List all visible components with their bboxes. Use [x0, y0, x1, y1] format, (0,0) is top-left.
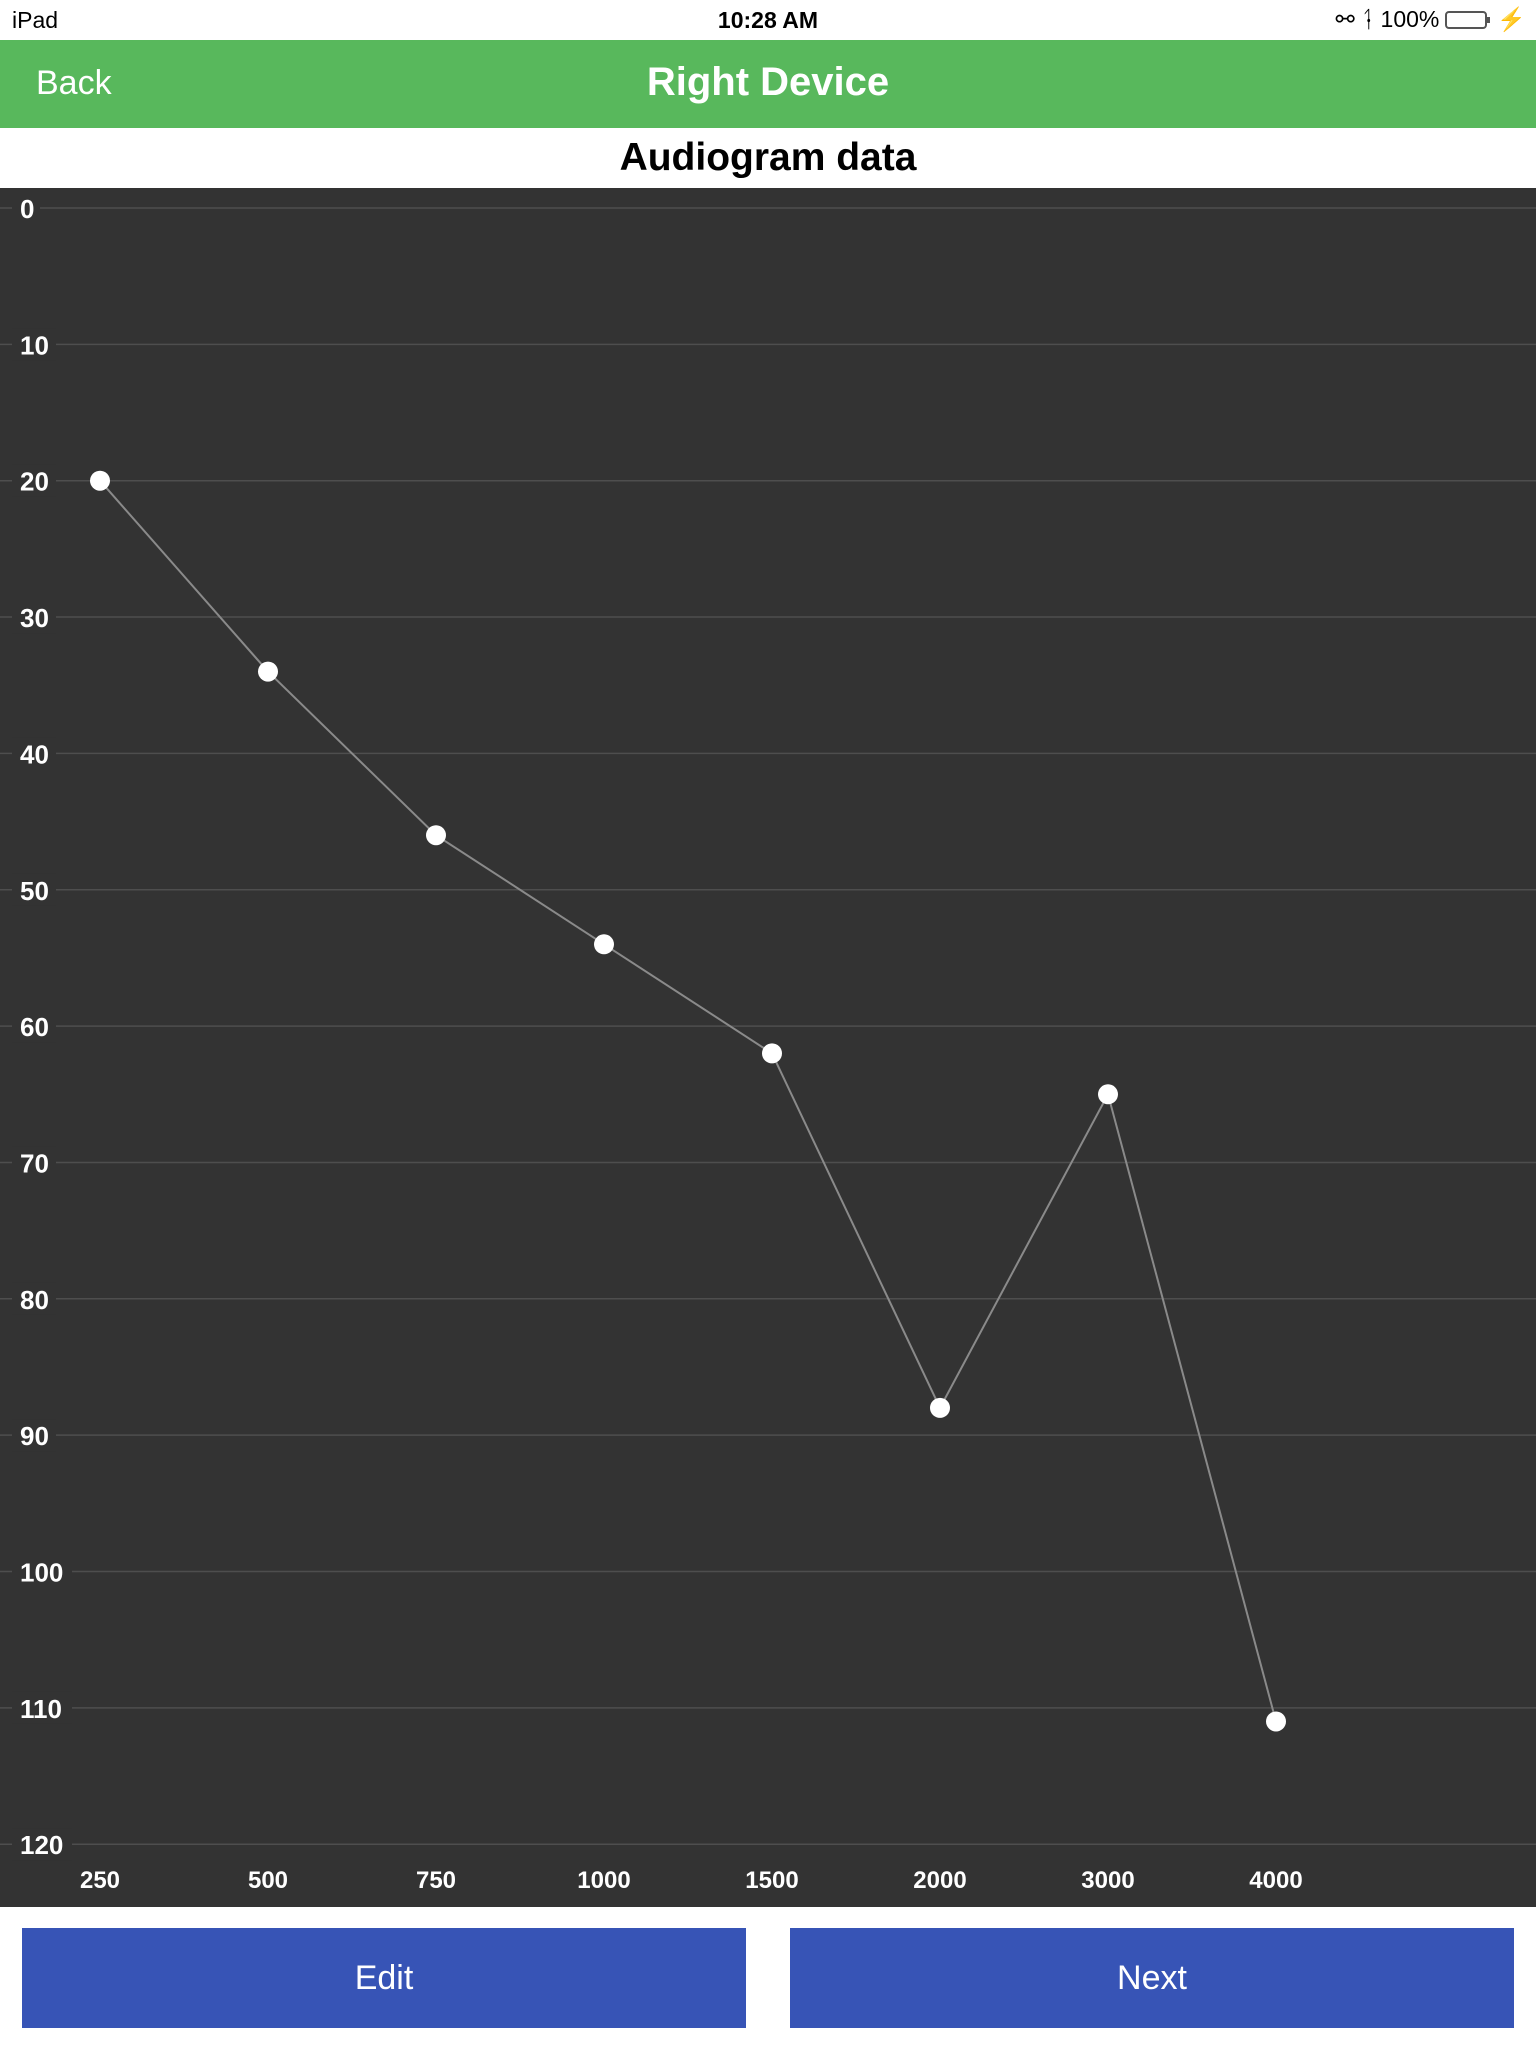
data-point-500: [258, 661, 278, 682]
y-tick-label: 70: [20, 1148, 49, 1178]
y-tick-label: 30: [20, 603, 49, 633]
data-point-4000: [1266, 1711, 1286, 1732]
y-tick-label: 60: [20, 1012, 49, 1042]
x-tick-label: 2000: [913, 1867, 966, 1894]
audiogram-chart: 0 10 20 30 40 50 60 70 80 90 100 110 120 250 500 750 10…: [0, 188, 1536, 1907]
navigation-bar: Back Right Device: [0, 40, 1536, 128]
y-tick-label: 10: [20, 330, 49, 360]
bluetooth-icon: ᛑ: [1360, 6, 1375, 32]
y-tick-label: 90: [20, 1421, 49, 1451]
data-point-2000: [930, 1397, 950, 1418]
y-tick-label: 100: [20, 1558, 63, 1588]
status-bar: iPad 10:28 AM ⚯ ᛑ 100% ⚡: [0, 0, 1536, 40]
x-tick-label: 1000: [577, 1867, 630, 1894]
y-tick-label: 50: [20, 876, 49, 906]
data-point-1500: [762, 1043, 782, 1064]
status-icons: ⚯ ᛑ 100% ⚡: [1335, 6, 1526, 33]
x-tick-label: 250: [80, 1867, 120, 1894]
chart-svg: 0 10 20 30 40 50 60 70 80 90 100 110 120 250 500 750 10…: [0, 192, 1536, 1894]
y-tick-label: 40: [20, 739, 49, 769]
x-tick-label: 1500: [745, 1867, 798, 1894]
data-point-1000: [594, 934, 614, 955]
next-button[interactable]: Next: [790, 1928, 1514, 2028]
chart-heading: Audiogram data: [619, 136, 917, 179]
clock: 10:28 AM: [717, 7, 819, 33]
data-point-750: [426, 825, 446, 846]
x-tick-label: 750: [416, 1867, 456, 1894]
charging-icon: ⚡: [1497, 6, 1526, 32]
x-tick-label: 3000: [1081, 1867, 1134, 1894]
edit-button[interactable]: Edit: [22, 1928, 746, 2028]
data-point-250: [90, 470, 110, 491]
x-tick-label: 500: [248, 1867, 288, 1894]
data-point-3000: [1098, 1084, 1118, 1105]
battery-icon: [1445, 10, 1491, 29]
y-tick-label: 0: [20, 194, 34, 224]
y-tick-label: 80: [20, 1285, 49, 1315]
x-tick-label: 4000: [1249, 1867, 1302, 1894]
y-tick-label: 110: [20, 1694, 62, 1724]
battery-percent: 100%: [1380, 6, 1440, 32]
y-tick-label: 120: [20, 1830, 63, 1860]
y-tick-label: 20: [20, 467, 49, 497]
page-title: Right Device: [646, 60, 890, 104]
orientation-lock-icon: ⚯: [1335, 6, 1355, 32]
